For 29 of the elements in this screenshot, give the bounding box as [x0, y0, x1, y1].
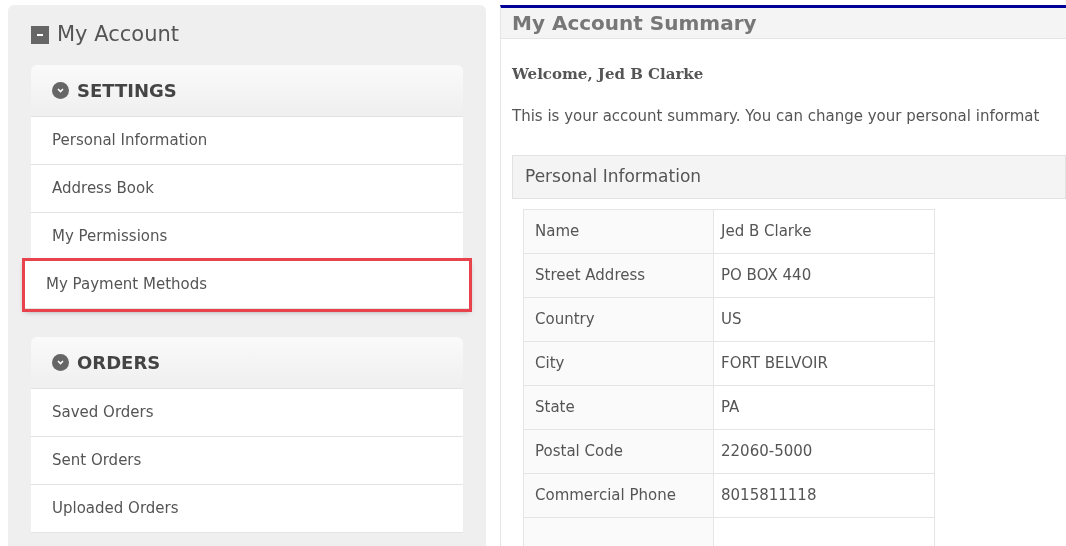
field-value: PA — [720, 397, 741, 419]
menu-item[interactable]: Sent Orders — [31, 436, 463, 485]
menu-item[interactable]: My Permissions — [31, 212, 463, 261]
section-header[interactable]: SETTINGS — [31, 64, 463, 117]
field-value: FORT BELVOIR — [720, 353, 829, 375]
field-value: 8015811118 — [720, 485, 818, 507]
menu-item[interactable]: Uploaded Orders — [31, 484, 463, 533]
menu-item[interactable]: Saved Orders — [31, 388, 463, 437]
intro-text: This is your account summary. You can change your personal informat — [512, 105, 1041, 127]
field-label: Commercial Phone — [524, 474, 714, 517]
field-label: Name — [524, 210, 714, 253]
field-label: Country — [524, 298, 714, 341]
field-label: City — [524, 342, 714, 385]
field-label: State — [524, 386, 714, 429]
menu-item[interactable]: Address Book — [31, 164, 463, 213]
menu-item[interactable]: My Payment Methods — [25, 260, 469, 309]
collapse-icon[interactable] — [31, 25, 49, 44]
field-value: US — [720, 309, 743, 331]
page-header: My Account Summary — [501, 8, 1066, 39]
field-value: 22060-5000 — [720, 441, 814, 463]
field-label: Street Address — [524, 254, 714, 297]
sidebar-title: My Account — [57, 21, 179, 48]
menu-item[interactable]: Personal Information — [31, 116, 463, 165]
field-value: PO BOX 440 — [720, 265, 813, 287]
field-value: Jed B Clarke — [719, 221, 813, 243]
field-label: Postal Code — [524, 430, 714, 473]
section-header[interactable]: ORDERS — [31, 336, 463, 389]
section-header: Personal Information — [512, 155, 1066, 199]
welcome-text: Welcome, Jed B Clarke — [512, 64, 705, 85]
